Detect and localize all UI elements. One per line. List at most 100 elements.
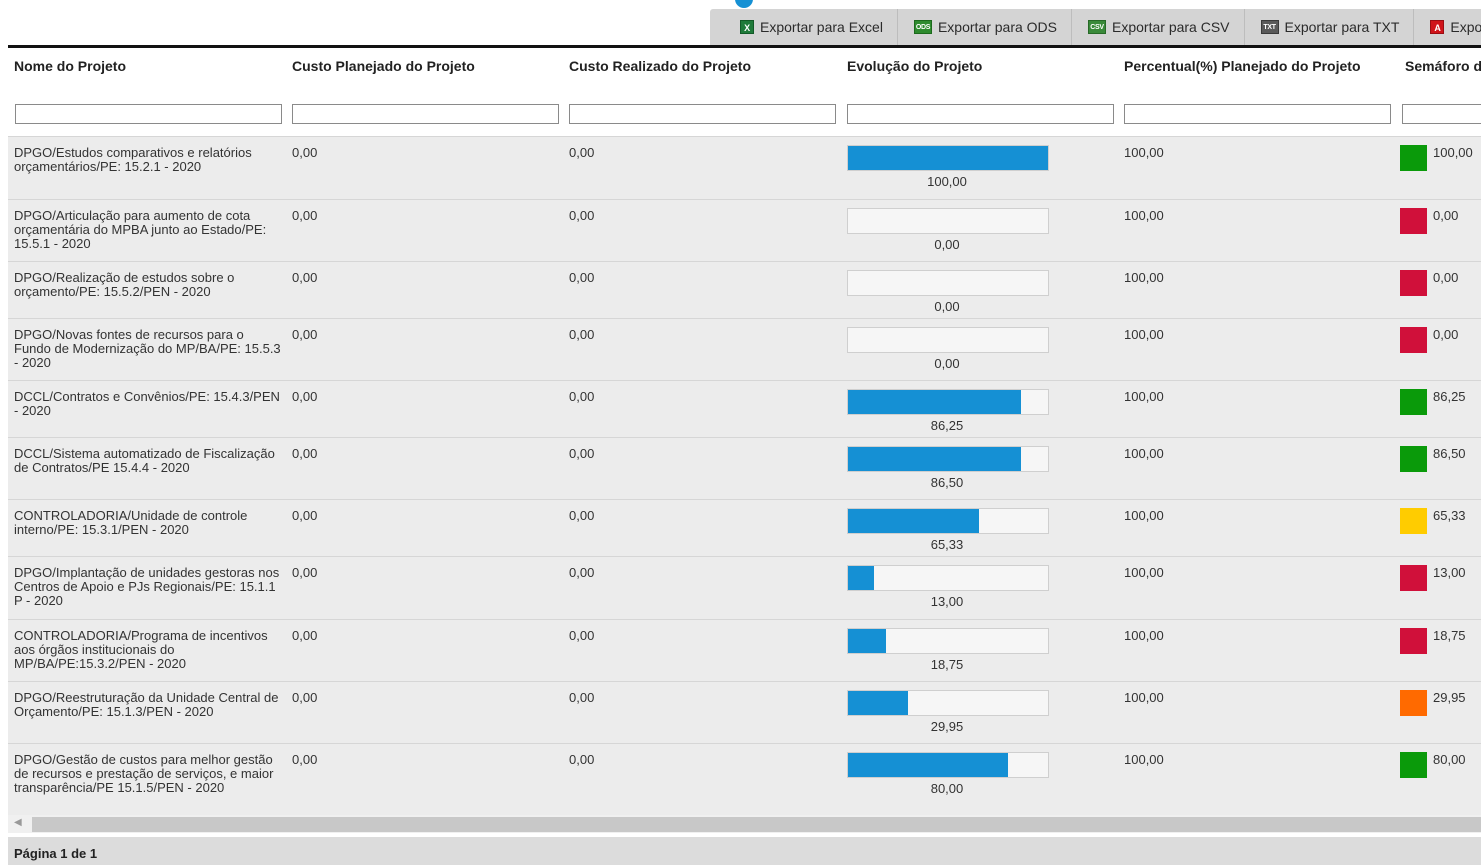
realized-cost: 0,00 <box>569 628 595 643</box>
semaphore-cell: 29,95 <box>1400 690 1466 716</box>
semaphore-value: 65,33 <box>1433 508 1466 523</box>
filter-realized-cost-input[interactable] <box>569 104 836 124</box>
table-row[interactable]: DPGO/Reestruturação da Unidade Central d… <box>8 681 1481 743</box>
progress-label: 0,00 <box>934 237 960 252</box>
planned-percentage: 100,00 <box>1124 270 1164 285</box>
export-pdf-button[interactable]: A Exportar para PDF <box>1414 9 1481 45</box>
progress-bar <box>847 208 1049 234</box>
filter-evolution-input[interactable] <box>847 104 1114 124</box>
progress-label: 86,50 <box>930 475 964 490</box>
table-row[interactable]: DPGO/Implantação de unidades gestoras no… <box>8 556 1481 619</box>
planned-cost: 0,00 <box>292 327 318 342</box>
semaphore-value: 100,00 <box>1433 145 1473 160</box>
column-header-planned-cost[interactable]: Custo Planejado do Projeto <box>292 57 552 75</box>
column-header-planned-pct[interactable]: Percentual(%) Planejado do Projeto <box>1124 57 1364 75</box>
progress-bar <box>847 389 1049 415</box>
filter-planned-pct-input[interactable] <box>1124 104 1391 124</box>
planned-cost: 0,00 <box>292 270 318 285</box>
scrollbar-thumb[interactable] <box>32 817 1481 832</box>
semaphore-value: 13,00 <box>1433 565 1466 580</box>
filter-name-input[interactable] <box>15 104 282 124</box>
planned-cost: 0,00 <box>292 446 318 461</box>
progress-label: 13,00 <box>930 594 964 609</box>
realized-cost: 0,00 <box>569 270 595 285</box>
export-toolbar: X Exportar para Excel ODS Exportar para … <box>710 9 1481 45</box>
column-header-evolution[interactable]: Evolução do Projeto <box>847 57 1107 75</box>
progress-bar-fill <box>848 509 979 533</box>
progress-label: 86,25 <box>930 418 964 433</box>
table-row[interactable]: CONTROLADORIA/Programa de incentivos aos… <box>8 619 1481 681</box>
progress-bar <box>847 508 1049 534</box>
progress-bar-fill <box>848 566 874 590</box>
planned-percentage: 100,00 <box>1124 628 1164 643</box>
planned-cost: 0,00 <box>292 389 318 404</box>
table-row[interactable]: DCCL/Contratos e Convênios/PE: 15.4.3/PE… <box>8 380 1481 437</box>
evolution-cell: 29,95 <box>847 690 1049 734</box>
table-row[interactable]: DPGO/Novas fontes de recursos para o Fun… <box>8 318 1481 380</box>
help-icon[interactable] <box>735 0 753 8</box>
semaphore-indicator <box>1400 565 1427 591</box>
progress-bar-fill <box>848 753 1008 777</box>
planned-cost: 0,00 <box>292 690 318 705</box>
progress-label: 100,00 <box>927 174 967 189</box>
progress-bar <box>847 690 1049 716</box>
realized-cost: 0,00 <box>569 327 595 342</box>
planned-percentage: 100,00 <box>1124 565 1164 580</box>
export-ods-button[interactable]: ODS Exportar para ODS <box>898 9 1073 45</box>
top-strip <box>0 0 760 8</box>
semaphore-indicator <box>1400 752 1427 778</box>
table-row[interactable]: DPGO/Estudos comparativos e relatórios o… <box>8 136 1481 199</box>
project-name: CONTROLADORIA/Unidade de controle intern… <box>14 508 248 537</box>
ods-icon: ODS <box>913 20 932 34</box>
semaphore-value: 0,00 <box>1433 327 1459 342</box>
semaphore-indicator <box>1400 389 1427 415</box>
progress-label: 80,00 <box>930 781 964 796</box>
export-csv-button[interactable]: CSV Exportar para CSV <box>1072 9 1245 45</box>
evolution-cell: 0,00 <box>847 208 1049 252</box>
planned-percentage: 100,00 <box>1124 752 1164 767</box>
progress-label: 18,75 <box>930 657 964 672</box>
semaphore-cell: 0,00 <box>1400 208 1458 234</box>
table-row[interactable]: DPGO/Articulação para aumento de cota or… <box>8 199 1481 261</box>
project-name: DCCL/Contratos e Convênios/PE: 15.4.3/PE… <box>14 389 280 418</box>
evolution-cell: 80,00 <box>847 752 1049 796</box>
export-excel-label: Exportar para Excel <box>760 19 883 35</box>
evolution-cell: 0,00 <box>847 270 1049 314</box>
export-txt-button[interactable]: TXT Exportar para TXT <box>1245 9 1415 45</box>
table-row[interactable]: DPGO/Realização de estudos sobre o orçam… <box>8 261 1481 318</box>
evolution-cell: 0,00 <box>847 327 1049 371</box>
grid-header: Nome do Projeto Custo Planejado do Proje… <box>8 48 1481 136</box>
evolution-cell: 18,75 <box>847 628 1049 672</box>
realized-cost: 0,00 <box>569 565 595 580</box>
csv-icon: CSV <box>1088 20 1107 34</box>
filter-semaphore-input[interactable] <box>1402 104 1481 124</box>
semaphore-value: 0,00 <box>1433 208 1459 223</box>
project-name: DPGO/Gestão de custos para melhor gestão… <box>14 752 274 795</box>
planned-cost: 0,00 <box>292 508 318 523</box>
semaphore-value: 29,95 <box>1433 690 1466 705</box>
export-excel-button[interactable]: X Exportar para Excel <box>710 9 898 45</box>
table-row[interactable]: DCCL/Sistema automatizado de Fiscalizaçã… <box>8 437 1481 499</box>
filter-planned-cost-input[interactable] <box>292 104 559 124</box>
progress-bar <box>847 565 1049 591</box>
column-header-semaphore[interactable]: Semáforo do Projeto <box>1405 57 1481 75</box>
semaphore-cell: 0,00 <box>1400 270 1458 296</box>
scroll-left-icon[interactable]: ◀ <box>14 817 22 828</box>
semaphore-cell: 86,50 <box>1400 446 1466 472</box>
table-row[interactable]: DPGO/Gestão de custos para melhor gestão… <box>8 743 1481 821</box>
evolution-cell: 13,00 <box>847 565 1049 609</box>
realized-cost: 0,00 <box>569 389 595 404</box>
export-pdf-label: Exportar para PDF <box>1450 19 1481 35</box>
semaphore-indicator <box>1400 508 1427 534</box>
table-row[interactable]: CONTROLADORIA/Unidade de controle intern… <box>8 499 1481 556</box>
semaphore-indicator <box>1400 628 1427 654</box>
progress-bar <box>847 145 1049 171</box>
progress-label: 65,33 <box>930 537 964 552</box>
project-name: DPGO/Novas fontes de recursos para o Fun… <box>14 327 281 370</box>
horizontal-scrollbar[interactable]: ◀ <box>8 815 1481 833</box>
progress-label: 0,00 <box>934 299 960 314</box>
project-name: DPGO/Reestruturação da Unidade Central d… <box>14 690 279 719</box>
column-header-name[interactable]: Nome do Projeto <box>14 57 274 75</box>
project-name: CONTROLADORIA/Programa de incentivos aos… <box>14 628 268 671</box>
column-header-realized-cost[interactable]: Custo Realizado do Projeto <box>569 57 829 75</box>
